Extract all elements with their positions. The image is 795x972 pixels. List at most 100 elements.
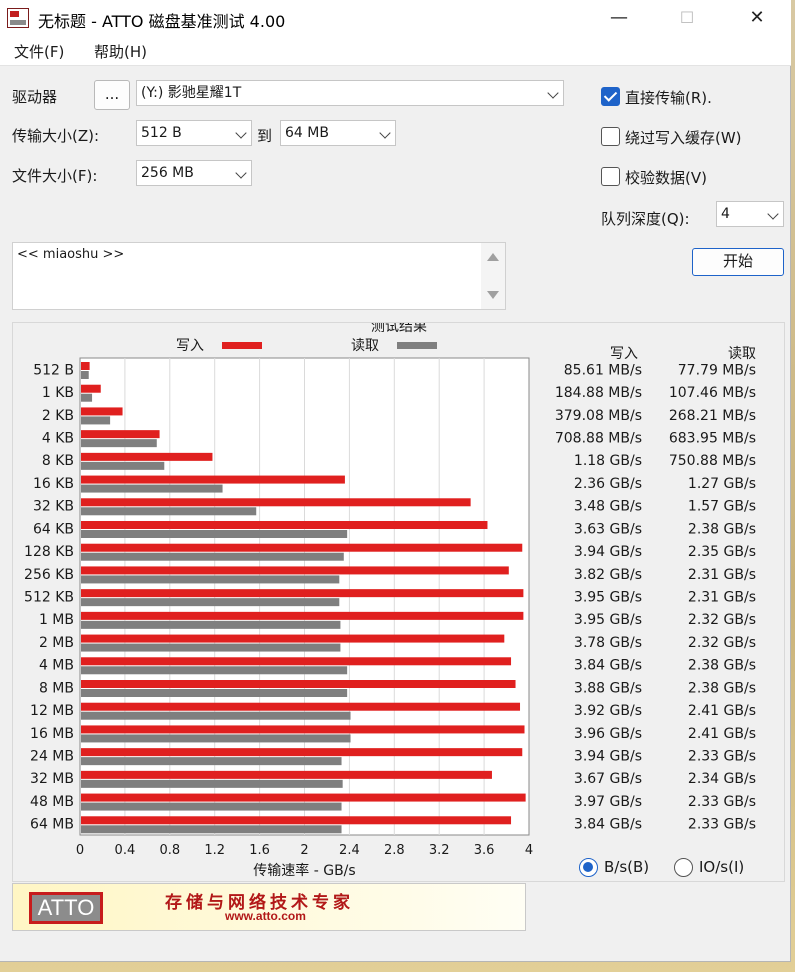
x-tick-label: 2.8: [384, 843, 405, 858]
menu-file[interactable]: 文件(F): [14, 41, 64, 62]
maximize-button[interactable]: ☐: [664, 4, 710, 32]
read-bar: [81, 530, 348, 538]
direct-io-checkbox[interactable]: [601, 87, 620, 106]
write-result-value: 379.08 MB/s: [555, 408, 642, 424]
unit-bs-radio[interactable]: [579, 858, 598, 877]
read-bar: [81, 371, 89, 379]
read-result-value: 2.38 GB/s: [688, 521, 756, 537]
write-bar: [81, 611, 524, 620]
bypass-cache-label: 绕过写入缓存(W): [625, 129, 742, 147]
x-tick-label: 2: [300, 843, 308, 858]
write-result-value: 3.97 GB/s: [574, 794, 642, 810]
category-label: 2 KB: [42, 408, 74, 424]
category-label: 8 KB: [42, 453, 74, 469]
write-result-value: 3.95 GB/s: [574, 590, 642, 606]
results-chart: 测试结果写入 读取 0 0.4 0.8 1.2 1.6 2 2.4 2.8 3.2 3.6 4 传输速率 …: [24, 319, 756, 879]
read-result-value: 2.31 GB/s: [688, 567, 756, 583]
banner-url: www.atto.com: [225, 909, 306, 923]
write-bar: [81, 748, 523, 757]
atto-app-icon: [7, 8, 29, 28]
chevron-down-icon: [235, 167, 247, 179]
app-window: 无标题 - ATTO 磁盘基准测试 4.00 — ☐ ✕ 文件(F) 帮助(H)…: [0, 0, 791, 962]
read-result-value: 2.32 GB/s: [688, 612, 756, 628]
read-bar: [81, 666, 348, 675]
file-size-label: 文件大小(F):: [12, 167, 98, 185]
legend-read-swatch: [397, 342, 437, 349]
read-bar: [81, 620, 341, 629]
read-result-value: 77.79 MB/s: [678, 362, 756, 378]
category-label: 512 B: [33, 362, 74, 378]
read-result-value: 2.32 GB/s: [688, 635, 756, 651]
write-bar: [81, 634, 505, 643]
chevron-down-icon: [235, 127, 247, 139]
x-tick-label: 1.2: [204, 843, 225, 858]
read-bar: [81, 734, 351, 743]
category-label: 16 KB: [33, 476, 74, 492]
category-label: 16 MB: [30, 726, 74, 742]
description-textarea[interactable]: << miaoshu >>: [12, 242, 506, 310]
category-label: 2 MB: [39, 635, 74, 651]
write-bar: [81, 430, 160, 439]
file-size-value: 256 MB: [141, 165, 194, 181]
unit-io-radio[interactable]: [674, 858, 693, 877]
atto-banner: ATTO 存储与网络技术专家 www.atto.com: [12, 883, 526, 931]
read-bar: [81, 643, 341, 652]
read-bar: [81, 689, 348, 697]
read-result-value: 1.27 GB/s: [688, 476, 756, 492]
transfer-to-select[interactable]: 64 MB: [280, 120, 396, 146]
drive-select[interactable]: (Y:) 影驰星耀1T: [136, 80, 564, 106]
read-result-value: 2.35 GB/s: [688, 544, 756, 560]
legend-write-swatch: [222, 342, 262, 349]
category-label: 12 MB: [30, 703, 74, 719]
read-result-value: 107.46 MB/s: [669, 385, 756, 401]
menu-help[interactable]: 帮助(H): [94, 41, 147, 62]
file-size-select[interactable]: 256 MB: [136, 160, 252, 186]
read-result-value: 2.34 GB/s: [688, 771, 756, 787]
read-bar: [81, 757, 342, 766]
close-button[interactable]: ✕: [734, 4, 780, 32]
title-bar[interactable]: 无标题 - ATTO 磁盘基准测试 4.00 — ☐ ✕: [0, 0, 791, 36]
write-bar: [81, 475, 345, 484]
browse-button[interactable]: ...: [94, 80, 130, 110]
write-result-value: 184.88 MB/s: [555, 385, 642, 401]
description-scrollbar[interactable]: [481, 243, 505, 309]
write-result-value: 3.78 GB/s: [574, 635, 642, 651]
read-result-value: 1.57 GB/s: [688, 499, 756, 515]
unit-io-label: IO/s(I): [699, 858, 745, 876]
column-read-header: 读取: [728, 345, 756, 362]
category-label: 128 KB: [24, 544, 74, 560]
scroll-down-icon[interactable]: [487, 291, 499, 299]
category-label: 32 MB: [30, 771, 74, 787]
bypass-cache-checkbox[interactable]: [601, 127, 620, 146]
atto-logo: ATTO: [29, 892, 103, 924]
read-result-value: 750.88 MB/s: [669, 453, 756, 469]
read-bar: [81, 439, 157, 448]
x-tick-label: 0.4: [115, 843, 136, 858]
chevron-down-icon: [767, 208, 779, 220]
write-bar: [81, 702, 521, 711]
window-title: 无标题 - ATTO 磁盘基准测试 4.00: [38, 12, 286, 31]
verify-data-checkbox[interactable]: [601, 167, 620, 186]
scroll-up-icon[interactable]: [487, 253, 499, 261]
transfer-from-value: 512 B: [141, 125, 182, 141]
write-bar: [81, 680, 516, 688]
verify-data-label: 校验数据(V): [625, 169, 707, 187]
x-tick-label: 1.6: [249, 843, 270, 858]
write-result-value: 3.88 GB/s: [574, 680, 642, 696]
queue-depth-select[interactable]: 4: [716, 201, 784, 227]
start-button[interactable]: 开始: [692, 248, 784, 276]
read-result-value: 2.41 GB/s: [688, 726, 756, 742]
results-panel: 测试结果 写入 读取 0 0.4 0.8 1.2 1.6 2 2.4 2.8 3.2 3.6 4 传输速率 …: [12, 319, 785, 882]
write-bar: [81, 589, 524, 598]
category-label: 512 KB: [24, 590, 74, 606]
write-bar: [81, 384, 101, 393]
write-bar: [81, 725, 525, 734]
transfer-from-select[interactable]: 512 B: [136, 120, 252, 146]
queue-depth-value: 4: [721, 206, 730, 222]
x-axis-label: 传输速率 - GB/s: [253, 862, 355, 879]
read-result-value: 2.33 GB/s: [688, 794, 756, 810]
chevron-down-icon: [379, 127, 391, 139]
write-bar: [81, 498, 471, 507]
write-result-value: 85.61 MB/s: [564, 362, 642, 378]
minimize-button[interactable]: —: [596, 4, 642, 32]
